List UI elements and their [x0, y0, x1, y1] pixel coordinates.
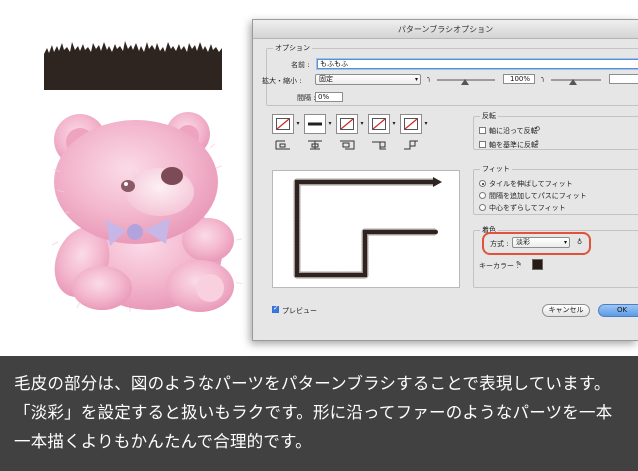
ok-button[interactable]: OK: [598, 304, 638, 317]
side-tile-icon: [275, 140, 290, 150]
tips-lightbulb-icon[interactable]: ♁: [577, 238, 582, 246]
name-label: 名前 :: [291, 61, 310, 69]
options-legend: オプション: [273, 43, 312, 53]
key-color-swatch[interactable]: [532, 259, 543, 270]
flip-along-checkbox[interactable]: [479, 127, 486, 134]
caption-bar: 毛皮の部分は、図のようなパーツをパターンブラシすることで表現しています。「淡彩」…: [0, 356, 638, 471]
scale-label: 拡大・縮小 :: [262, 77, 302, 85]
inner-corner-tile-picker[interactable]: [336, 114, 358, 134]
scale-percent-input[interactable]: 100%: [503, 74, 535, 84]
method-select[interactable]: 淡彩 ▾: [512, 237, 570, 248]
method-label: 方式 :: [490, 240, 509, 248]
fit-stretch-radio[interactable]: [479, 180, 486, 187]
flip-across-checkbox[interactable]: [479, 141, 486, 148]
small-scale-icon: ╮: [427, 74, 432, 82]
chevron-down-icon[interactable]: ▾: [423, 114, 429, 134]
flip-legend: 反転: [480, 111, 498, 121]
key-color-label: キーカラー :: [479, 262, 519, 270]
pattern-brush-options-dialog: パターンブラシオプション オプション 名前 : もふもふ 拡大・縮小 : 固定 …: [252, 19, 638, 341]
spacing-label: 間隔 :: [297, 94, 316, 102]
spacing-input[interactable]: 0%: [315, 92, 343, 102]
preview-label[interactable]: プレビュー: [282, 306, 317, 316]
teddy-bear-illustration: [51, 112, 243, 312]
eyedropper-icon[interactable]: ✎: [516, 260, 522, 268]
chevron-down-icon[interactable]: ▾: [391, 114, 397, 134]
chevron-down-icon: ▾: [414, 76, 418, 83]
method-value: 淡彩: [516, 238, 530, 246]
fur-pattern-tile: [44, 41, 222, 90]
inner-corner-tile-icon: [340, 140, 355, 150]
scale-slider-thumb[interactable]: [461, 79, 469, 85]
dialog-title: パターンブラシオプション: [253, 20, 638, 39]
flip-along-label[interactable]: 軸に沿って反転: [489, 126, 538, 136]
side-tile-picker[interactable]: [272, 114, 294, 134]
fit-approximate-radio[interactable]: [479, 204, 486, 211]
scale-mode-value: 固定: [319, 75, 333, 83]
chevron-down-icon[interactable]: ▾: [327, 114, 333, 134]
fit-legend: フィット: [480, 164, 512, 174]
fit-add-space-radio[interactable]: [479, 192, 486, 199]
chevron-down-icon[interactable]: ▾: [295, 114, 301, 134]
brush-preview-area: [272, 170, 460, 288]
outer-corner-tile-icon: [308, 140, 322, 150]
fit-stretch-label[interactable]: タイルを伸ばしてフィット: [489, 179, 573, 189]
fit-approximate-label[interactable]: 中心をずらしてフィット: [489, 203, 566, 213]
name-input[interactable]: もふもふ: [317, 59, 638, 69]
fit-add-space-label[interactable]: 間隔を追加してパスにフィット: [489, 191, 587, 201]
chevron-down-icon[interactable]: ▾: [359, 114, 365, 134]
large-scale-icon: ╮: [541, 74, 546, 82]
scale-max-slider-thumb[interactable]: [569, 79, 577, 85]
chevron-down-icon: ▾: [563, 239, 567, 246]
cancel-button[interactable]: キャンセル: [542, 304, 590, 317]
checkmark-icon: ✓: [273, 304, 279, 312]
start-tile-picker[interactable]: [368, 114, 390, 134]
end-tile-icon: [404, 140, 418, 150]
flip-across-icon: ⇳: [534, 139, 540, 147]
end-tile-picker[interactable]: [400, 114, 422, 134]
flip-along-icon: ⟲: [534, 125, 540, 133]
scale-mode-select[interactable]: 固定 ▾: [315, 74, 421, 85]
brush-stroke-preview: [293, 177, 442, 279]
flip-across-label[interactable]: 軸を基準に反転: [489, 140, 538, 150]
outer-corner-tile-picker[interactable]: [304, 114, 326, 134]
caption-text: 毛皮の部分は、図のようなパーツをパターンブラシすることで表現しています。「淡彩」…: [14, 374, 613, 451]
start-tile-icon: [372, 141, 386, 150]
scale-max-input[interactable]: [609, 74, 638, 84]
